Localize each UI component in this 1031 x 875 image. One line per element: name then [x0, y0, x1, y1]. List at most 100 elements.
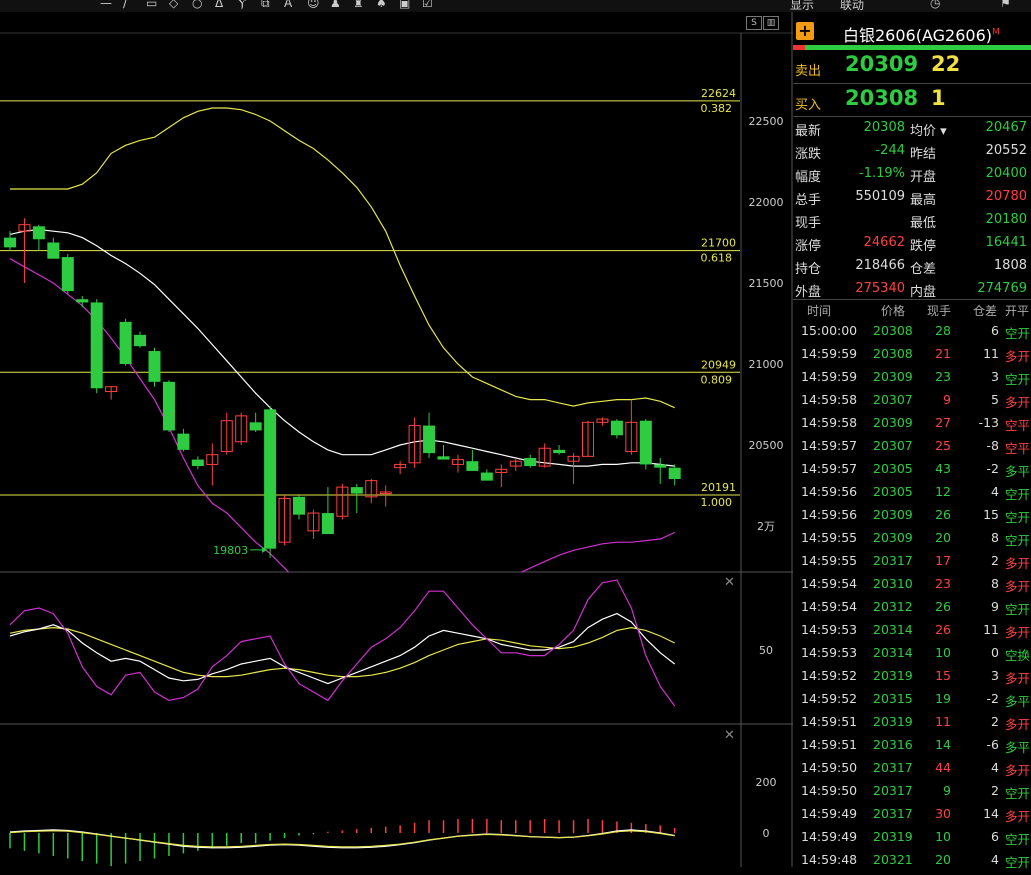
tick-row[interactable]: 14:59:57 20307 25 -8 空平 — [793, 438, 1031, 461]
ask-row[interactable]: 卖出 20309 22 — [793, 50, 1031, 82]
tick-row[interactable]: 14:59:49 20319 10 6 空开 — [793, 829, 1031, 852]
tick-volume: 20 — [935, 530, 951, 545]
candle-body — [191, 459, 204, 467]
tick-row[interactable]: 14:59:50 20317 44 4 多开 — [793, 760, 1031, 783]
tick-time: 14:59:54 — [801, 576, 858, 591]
tick-row[interactable]: 14:59:56 20309 26 15 空开 — [793, 507, 1031, 530]
quote-value: 20467 — [985, 120, 1027, 135]
ask-volume: 22 — [931, 52, 961, 76]
tick-row[interactable]: 14:59:52 20319 15 3 多开 — [793, 668, 1031, 691]
tick-price: 20309 — [873, 415, 913, 430]
tick-header: 时间 价格 现手 仓差 开平 — [807, 304, 1030, 318]
toolbar-right-item[interactable]: ◷ — [930, 0, 940, 10]
tick-price: 20309 — [873, 369, 913, 384]
boll-upper-line — [10, 107, 675, 409]
macd-dea-line — [9, 830, 675, 848]
tick-row[interactable]: 14:59:51 20319 11 2 多开 — [793, 714, 1031, 737]
quote-row: 涨停 24662 跌停 16441 — [793, 232, 1031, 255]
candle-body — [610, 420, 623, 436]
fib-ratio-label: 0.809 — [701, 373, 733, 386]
tick-row[interactable]: 14:59:59 20308 21 11 多开 — [793, 346, 1031, 369]
tick-row[interactable]: 14:59:55 20317 17 2 多开 — [793, 553, 1031, 576]
tick-type: 空开 — [1004, 533, 1030, 548]
quote-row: 现手 最低 20180 — [793, 209, 1031, 232]
tick-time: 14:59:49 — [801, 806, 858, 821]
fullscreen-icon[interactable]: S — [746, 16, 762, 30]
tick-row[interactable]: 14:59:53 20314 26 11 多开 — [793, 622, 1031, 645]
tick-row[interactable]: 14:59:53 20314 10 0 空换 — [793, 645, 1031, 668]
tick-row[interactable]: 14:59:54 20312 26 9 空开 — [793, 599, 1031, 622]
tick-volume: 19 — [935, 691, 951, 706]
tick-row[interactable]: 14:59:58 20307 9 5 多开 — [793, 392, 1031, 415]
chart-type-icon[interactable]: ▥ — [763, 16, 779, 30]
tick-volume: 43 — [935, 461, 951, 476]
tick-volume: 10 — [935, 829, 951, 844]
fib-price-label: 20191 — [701, 481, 736, 494]
candle-body — [47, 242, 60, 259]
tick-row[interactable]: 14:59:59 20309 23 3 空开 — [793, 369, 1031, 392]
tick-type: 空换 — [1004, 648, 1030, 663]
toolbar-right-item[interactable]: 联动 — [840, 0, 864, 12]
tick-volume: 12 — [935, 484, 951, 499]
candle-body — [321, 513, 334, 535]
candle-body — [32, 226, 45, 240]
tick-oi-change: -2 — [986, 691, 999, 706]
tick-row[interactable]: 14:59:58 20309 27 -13 空平 — [793, 415, 1031, 438]
quote-value: 274769 — [977, 281, 1027, 296]
fib-price-label: 21700 — [701, 237, 736, 250]
toolbar-right-item[interactable]: ⚑ — [1000, 0, 1011, 10]
tick-oi-change: 8 — [991, 576, 999, 591]
tick-type: 空开 — [1004, 372, 1030, 387]
tick-row[interactable]: 14:59:50 20317 9 2 空开 — [793, 783, 1031, 806]
quote-label[interactable]: 均价 ▾ — [910, 120, 947, 139]
candle-body — [119, 321, 132, 364]
close-kdj-icon[interactable]: ✕ — [724, 575, 735, 590]
tick-row[interactable]: 14:59:56 20305 12 4 空开 — [793, 484, 1031, 507]
tick-type: 多开 — [1004, 763, 1030, 778]
tick-price: 20317 — [873, 760, 913, 775]
tick-row[interactable]: 14:59:54 20310 23 8 多开 — [793, 576, 1031, 599]
add-icon[interactable]: + — [796, 22, 814, 40]
tick-volume: 26 — [935, 507, 951, 522]
tick-row[interactable]: 14:59:52 20315 19 -2 多平 — [793, 691, 1031, 714]
quote-label: 幅度 — [795, 170, 822, 185]
tick-price: 20314 — [873, 645, 913, 660]
candle-body — [437, 456, 450, 460]
tick-volume: 11 — [935, 714, 951, 729]
tick-row[interactable]: 14:59:49 20317 30 14 多开 — [793, 806, 1031, 829]
quote-label: 开盘 — [910, 170, 937, 185]
tick-oi-change: 8 — [991, 530, 999, 545]
tick-row[interactable]: 15:00:00 20308 28 6 空开 — [793, 323, 1031, 346]
tick-row[interactable]: 14:59:48 20321 20 4 空开 — [793, 852, 1031, 875]
tick-type: 空开 — [1004, 602, 1030, 617]
tick-row[interactable]: 14:59:57 20305 43 -2 多平 — [793, 461, 1031, 484]
tick-row[interactable]: 14:59:55 20309 20 8 空开 — [793, 530, 1031, 553]
tick-time: 14:59:59 — [801, 369, 858, 384]
tick-volume: 25 — [935, 438, 951, 453]
fib-price-label: 22624 — [701, 87, 736, 100]
tick-price: 20317 — [873, 783, 913, 798]
bid-row[interactable]: 买入 20308 1 — [793, 84, 1031, 116]
quote-label: 外盘 — [795, 285, 822, 300]
tick-type: 空开 — [1004, 855, 1030, 870]
price-tick-label: 20500 — [749, 439, 784, 452]
quote-label: 持仓 — [795, 262, 822, 277]
tick-oi-change: 6 — [991, 829, 999, 844]
close-macd-icon[interactable]: ✕ — [724, 728, 735, 743]
tick-oi-change: 9 — [991, 599, 999, 614]
tick-volume: 27 — [935, 415, 951, 430]
tick-time: 14:59:58 — [801, 392, 858, 407]
toolbar-right-item[interactable]: 显示 — [790, 0, 814, 12]
tick-row[interactable]: 14:59:51 20316 14 -6 多平 — [793, 737, 1031, 760]
tick-oi-change: 2 — [991, 714, 999, 729]
quote-value: 20552 — [985, 143, 1027, 158]
candle-body — [264, 409, 277, 549]
tick-type: 多开 — [1004, 556, 1030, 571]
tick-oi-change: 4 — [991, 760, 999, 775]
contract-name: 白银2606(AG2606)M — [843, 26, 1000, 45]
tick-type: 空开 — [1004, 326, 1030, 341]
candle-body — [639, 420, 652, 465]
tick-type: 多平 — [1004, 464, 1030, 479]
tick-price: 20319 — [873, 668, 913, 683]
kline-chart[interactable]: 22500 22000 21500 21000 20500 2万 22624 0.382 217… — [0, 0, 793, 867]
